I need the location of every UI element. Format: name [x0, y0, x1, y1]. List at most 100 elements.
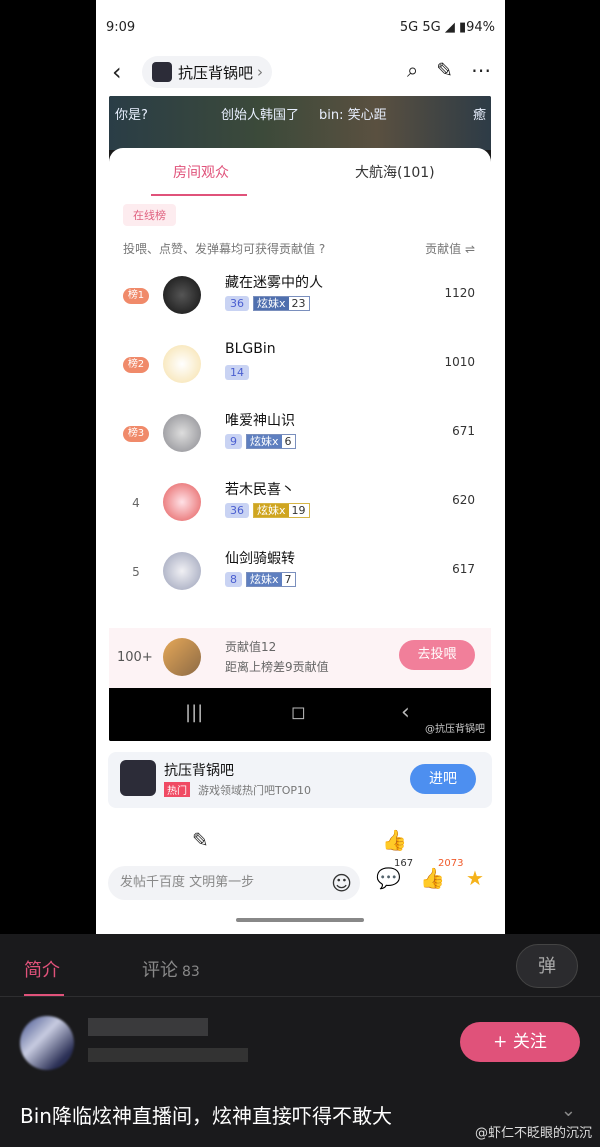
panel-tabs: 房间观众 大航海(101) — [109, 158, 491, 196]
reply-input[interactable]: 发帖千百度 文明第一步 ☺ — [108, 866, 360, 900]
fan-badge: 炫妹x 19 — [253, 503, 310, 518]
more-icon[interactable]: ⋯ — [471, 58, 491, 82]
star-icon[interactable]: ★ — [466, 866, 484, 890]
emoji-icon[interactable]: ☺ — [331, 866, 352, 900]
forum-card-desc: 游戏领域热门吧TOP10 — [198, 784, 312, 797]
rank-row[interactable]: 榜2 BLGBin 14 1010 — [109, 339, 491, 401]
comment-count: 167 — [394, 858, 414, 869]
online-rank-chip[interactable]: 在线榜 — [123, 204, 176, 226]
user-name: BLGBin — [225, 341, 276, 357]
home-icon[interactable]: ◻ — [291, 702, 306, 723]
danmaku-text: 创始人韩国了 — [221, 108, 300, 123]
level-badge: 8 — [225, 572, 242, 587]
screenshot-embed: 你是? 创始人韩国了 bin: 笑心距 癒 房间观众 大航海(101) 在线榜 … — [109, 96, 491, 741]
avatar — [163, 345, 201, 383]
comment-count: 83 — [182, 964, 200, 980]
chevron-down-icon[interactable]: ⌄ — [561, 1100, 576, 1121]
user-name: 若木民喜丶 — [225, 482, 295, 498]
video-title: Bin降临炫神直播间，炫神直接吓得不敢大 — [20, 1104, 392, 1128]
join-forum-button[interactable]: 进吧 — [410, 764, 476, 794]
forum-card-name: 抗压背锅吧 — [164, 763, 234, 779]
back-icon[interactable]: ‹ — [112, 58, 122, 86]
hot-badge: 热门 — [164, 782, 190, 797]
recents-icon[interactable]: ||| — [185, 702, 203, 723]
user-badges: 36 炫妹x 23 — [225, 296, 310, 311]
tab-room-audience[interactable]: 房间观众 — [173, 162, 229, 182]
user-badges: 8 炫妹x 7 — [225, 572, 296, 587]
blurred-username — [88, 1018, 208, 1036]
comment-icon[interactable]: 💬 167 — [376, 858, 413, 890]
rank-row[interactable]: 榜3 唯爱神山识 9 炫妹x 6 671 — [109, 408, 491, 470]
follow-button[interactable]: + 关注 — [460, 1022, 580, 1062]
like-icon[interactable]: 👍 2073 — [420, 858, 463, 890]
user-name: 唯爱神山识 — [225, 413, 295, 429]
forum-logo-icon — [152, 62, 172, 82]
tab-underline — [151, 194, 247, 196]
nav-icons: ⌕ ✎ ⋯ — [407, 58, 491, 82]
tab-intro[interactable]: 简介 — [24, 956, 60, 982]
rank-badge: 榜2 — [123, 357, 149, 373]
danmaku-text: bin: 笑心距 — [319, 108, 387, 123]
my-contribution: 贡献值12 — [225, 640, 277, 654]
rank-badge: 榜1 — [123, 288, 149, 304]
avatar[interactable] — [20, 1016, 74, 1070]
my-rank: 100+ — [117, 650, 153, 665]
user-badges: 14 — [225, 365, 249, 380]
tab-comments[interactable]: 评论 83 — [142, 956, 200, 982]
home-indicator — [236, 918, 364, 922]
game-video-strip: 你是? 创始人韩国了 bin: 笑心距 癒 — [109, 96, 491, 150]
score: 671 — [452, 424, 475, 438]
avatar — [163, 276, 201, 314]
status-bar: 9:09 5G 5G ◢ ▮94% — [96, 0, 505, 52]
avatar — [163, 483, 201, 521]
score: 620 — [452, 493, 475, 507]
bottom-sheet: 简介 评论 83 弹 + 关注 Bin降临炫神直播间，炫神直接吓得不敢大 ⌄ @虾… — [0, 934, 600, 1147]
user-name: 藏在迷雾中的人 — [225, 275, 323, 291]
floating-icons: ✎ 👍 — [96, 828, 505, 858]
danmaku-toggle-icon[interactable]: 弹 — [516, 944, 578, 988]
divider — [0, 996, 600, 997]
edit-post-icon[interactable]: ✎ — [192, 828, 209, 852]
reply-actions: 💬 167 👍 2073 ★ — [376, 858, 501, 900]
edit-icon[interactable]: ✎ — [436, 58, 453, 82]
fan-badge: 炫妹x 23 — [253, 296, 310, 311]
fan-badge: 炫妹x 6 — [246, 434, 296, 449]
score: 1010 — [444, 355, 475, 369]
embed-watermark: @抗压背锅吧 — [425, 724, 485, 735]
search-icon[interactable]: ⌕ — [407, 58, 418, 82]
reply-placeholder: 发帖千百度 文明第一步 — [120, 875, 255, 890]
score: 617 — [452, 562, 475, 576]
forum-card[interactable]: 抗压背锅吧 热门 游戏领域热门吧TOP10 进吧 — [108, 752, 492, 808]
gap-text: 距离上榜差9贡献值 — [225, 660, 329, 674]
like-count: 2073 — [438, 858, 464, 869]
level-badge: 9 — [225, 434, 242, 449]
feed-button[interactable]: 去投喂 — [399, 640, 475, 670]
contribution-sort[interactable]: 贡献值 ⇌ — [425, 240, 475, 257]
level-badge: 14 — [225, 365, 249, 380]
weibo-watermark: @虾仁不眨眼的沉沉 — [474, 1126, 592, 1141]
blurred-meta — [88, 1048, 248, 1062]
my-contribution-bar: 100+ 贡献值12 距离上榜差9贡献值 去投喂 — [109, 628, 491, 688]
forum-pill[interactable]: 抗压背锅吧 › — [142, 56, 272, 88]
level-badge: 36 — [225, 503, 249, 518]
user-badges: 9 炫妹x 6 — [225, 434, 296, 449]
rank-row[interactable]: 5 仙剑骑蝦转 8 炫妹x 7 617 — [109, 546, 491, 608]
forum-logo-icon — [120, 760, 156, 796]
rank-number: 5 — [132, 565, 140, 579]
user-badges: 36 炫妹x 19 — [225, 503, 310, 518]
back-nav-icon[interactable]: ‹ — [401, 700, 410, 725]
rank-row[interactable]: 4 若木民喜丶 36 炫妹x 19 620 — [109, 477, 491, 539]
danmaku-text: 癒 — [473, 108, 487, 123]
score: 1120 — [444, 286, 475, 300]
like-hand-icon[interactable]: 👍 — [382, 828, 407, 852]
forum-name: 抗压背锅吧 — [178, 63, 254, 82]
phone-screen: 9:09 5G 5G ◢ ▮94% ‹ 抗压背锅吧 › ⌕ ✎ ⋯ 你是? 创始… — [96, 0, 505, 934]
fan-badge: 炫妹x 7 — [246, 572, 296, 587]
my-avatar — [163, 638, 201, 676]
rank-number: 4 — [132, 496, 140, 510]
top-nav: ‹ 抗压背锅吧 › ⌕ ✎ ⋯ — [96, 52, 505, 92]
avatar — [163, 414, 201, 452]
rank-row[interactable]: 榜1 藏在迷雾中的人 36 炫妹x 23 1120 — [109, 270, 491, 332]
tab-voyage[interactable]: 大航海(101) — [355, 162, 435, 182]
audience-panel: 房间观众 大航海(101) 在线榜 投喂、点赞、发弹幕均可获得贡献值 ? 贡献值… — [109, 148, 491, 688]
